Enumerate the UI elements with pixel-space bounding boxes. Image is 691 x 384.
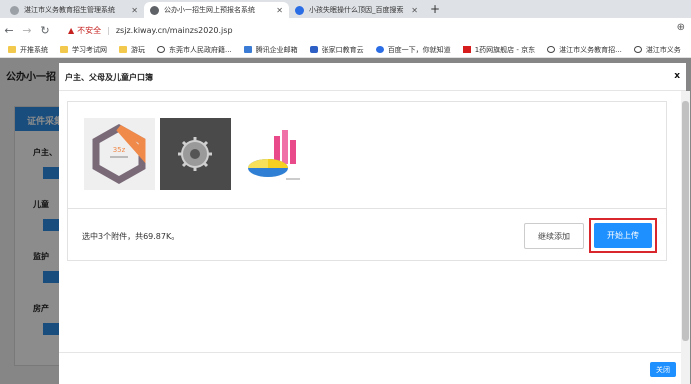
bookmark-label: 1药网旗舰店 - 京东 [474,45,536,54]
url-separator: | [107,25,110,35]
bookmark-item[interactable]: 学习考试网 [60,45,107,55]
baidu-paw-icon [295,5,304,15]
bookmark-item[interactable]: 腾讯企业邮箱 [243,45,298,55]
url-field[interactable]: ▲ 不安全 | zsjz.kiway.cn/mainzs2020.jsp [68,21,667,39]
globe-icon [157,46,165,53]
cloud-icon [309,46,318,53]
bookmark-item[interactable]: 游玩 [119,45,145,55]
globe-icon [150,5,159,15]
bookmark-item[interactable]: 1药网旗舰店 - 京东 [462,45,536,55]
close-tab-icon[interactable]: ✕ [411,6,418,15]
selection-status: 选中3个附件，共69.87K。 [82,232,180,241]
bookmark-label: 学习考试网 [72,45,107,54]
warning-icon: ▲ [68,25,75,35]
tab-baidu-search[interactable]: 小孩失眠操什么顶因_百度搜索 ✕ [289,2,424,18]
scrollbar-thumb[interactable] [682,101,689,341]
thumb-hexagon-logo[interactable]: 35z [84,118,155,190]
start-upload-button[interactable]: 开始上传 [594,223,652,248]
bookmark-item[interactable]: 张家口教育云 [309,45,364,55]
logo-badge: 35z [113,146,126,154]
insecure-label: 不安全 [77,25,102,35]
bookmark-label: 湛江市义务教育招... [559,45,622,54]
address-bar-row: ← → ↻ ▲ 不安全 | zsjz.kiway.cn/mainzs2020.j… [0,18,691,42]
globe-icon [547,46,556,53]
zoom-icon[interactable]: ⊕ [677,22,685,33]
close-tab-icon[interactable]: ✕ [131,6,138,15]
bookmark-item[interactable]: 湛江市义务 [633,45,681,55]
footer-divider [59,352,686,353]
new-tab-button[interactable]: + [430,2,440,16]
bookmark-item[interactable]: 开推系统 [8,45,48,55]
tab-title: 湛江市义务教育招生管理系统 [24,6,115,14]
hexagon-logo-icon: 35z [92,123,146,185]
forward-arrow-icon[interactable]: → [18,24,36,37]
reload-icon[interactable]: ↻ [36,24,54,37]
folder-icon [8,46,16,53]
gear-icon [178,137,212,171]
folder-icon [60,46,68,53]
bookmark-item[interactable]: 东莞市人民政府籍... [157,45,232,55]
page-scrollbar[interactable] [681,91,690,384]
bookmark-item[interactable]: 湛江市义务教育招... [547,45,622,55]
highlight-box: 开始上传 [589,218,657,253]
tab-enrollment-management[interactable]: 湛江市义务教育招生管理系统 ✕ [4,2,144,18]
back-arrow-icon[interactable]: ← [0,24,18,37]
close-icon[interactable]: x [674,71,680,81]
bookmark-label: 腾讯企业邮箱 [255,45,298,54]
continue-add-button[interactable]: 继续添加 [524,223,584,249]
bookmark-label: 游玩 [131,45,145,54]
mail-icon [243,46,252,53]
thumb-3d-chart[interactable] [238,118,309,190]
bookmark-label: 百度一下，你就知道 [387,45,451,54]
tab-title: 小孩失眠操什么顶因_百度搜索 [309,6,404,14]
bookmark-item[interactable]: 百度一下，你就知道 [375,45,451,55]
close-dialog-button[interactable]: 关闭 [650,362,676,377]
bookmarks-bar: 开推系统 学习考试网 游玩 东莞市人民政府籍... 腾讯企业邮箱 张家口教育云 … [0,42,691,58]
dialog-header: 户主、父母及儿童户口簿 x [59,63,686,91]
globe-icon [633,46,642,53]
tab-title: 公办小一招生网上预报名系统 [164,6,255,14]
jd-icon [462,46,471,53]
baidu-paw-icon [375,46,384,53]
bookmark-label: 湛江市义务 [645,45,681,54]
tab-pre-registration[interactable]: 公办小一招生网上预报名系统 ✕ [144,2,289,18]
bookmark-label: 开推系统 [20,45,48,54]
url-text: zsjz.kiway.cn/mainzs2020.jsp [115,25,233,35]
bookmark-label: 东莞市人民政府籍... [169,45,232,54]
upload-dialog: 户主、父母及儿童户口簿 x 35z 选中3个附件，共69.87K。 继续添加 开… [59,63,686,384]
globe-icon [10,5,19,15]
thumb-settings-gear[interactable] [160,118,231,190]
chart-icon [248,130,300,180]
folder-icon [119,46,127,53]
close-tab-icon[interactable]: ✕ [276,6,283,15]
dialog-title: 户主、父母及儿童户口簿 [65,73,153,82]
file-uploader: 35z 选中3个附件，共69.87K。 继续添加 开始上传 [67,101,667,261]
browser-tab-bar: 湛江市义务教育招生管理系统 ✕ 公办小一招生网上预报名系统 ✕ 小孩失眠操什么顶… [0,0,691,18]
uploader-footer: 选中3个附件，共69.87K。 继续添加 开始上传 [68,208,666,261]
bookmark-label: 张家口教育云 [321,45,364,54]
